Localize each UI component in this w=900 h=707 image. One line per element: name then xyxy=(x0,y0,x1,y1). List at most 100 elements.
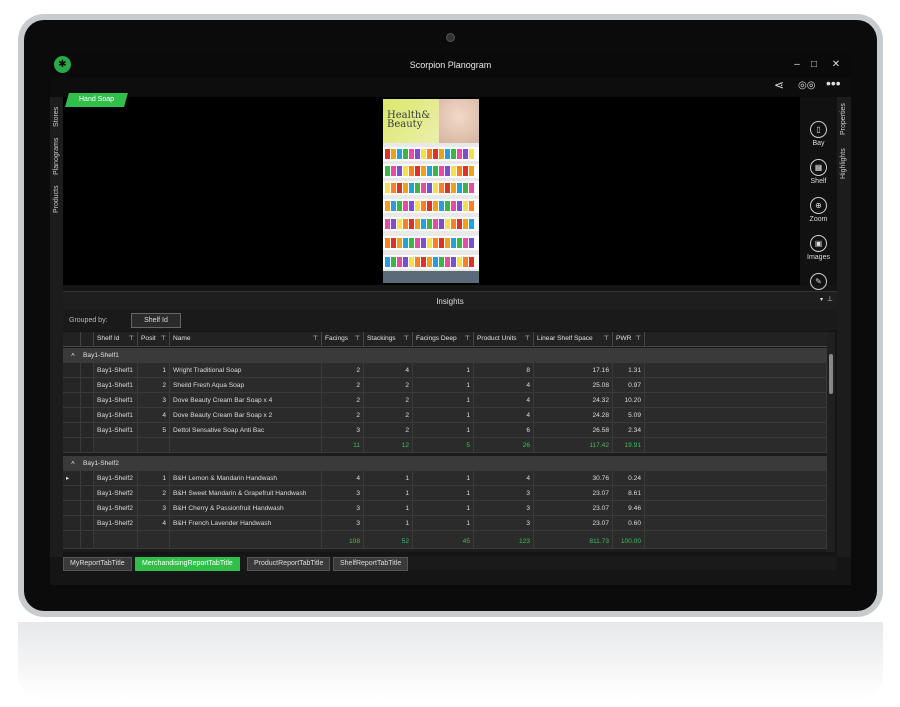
cell-facings-deep[interactable]: 1 xyxy=(413,423,474,438)
column-header[interactable]: Name ⊤ xyxy=(170,332,322,346)
gondola-shelf[interactable] xyxy=(383,236,479,250)
share-icon[interactable]: ⋖ xyxy=(774,78,784,92)
product-facing[interactable] xyxy=(445,183,450,193)
gondola-shelf[interactable] xyxy=(383,164,479,178)
cell-pwr[interactable]: 2.34 xyxy=(613,423,645,438)
product-facing[interactable] xyxy=(451,238,456,248)
product-facing[interactable] xyxy=(433,166,438,176)
gondola-shelf[interactable] xyxy=(383,199,479,213)
zoom-tool[interactable]: ⊕ Zoom xyxy=(800,197,837,223)
cell-posit[interactable]: 4 xyxy=(138,516,170,531)
product-facing[interactable] xyxy=(457,149,462,159)
product-facing[interactable] xyxy=(409,166,414,176)
product-facing[interactable] xyxy=(469,219,474,229)
product-facing[interactable] xyxy=(457,257,462,267)
product-facing[interactable] xyxy=(469,166,474,176)
product-facing[interactable] xyxy=(457,219,462,229)
filter-icon[interactable]: ⊤ xyxy=(355,332,360,346)
cell-product-units[interactable]: 4 xyxy=(474,471,534,486)
product-facing[interactable] xyxy=(469,201,474,211)
bay-tool[interactable]: ▯ Bay xyxy=(800,121,837,147)
product-facing[interactable] xyxy=(433,219,438,229)
cell-facings-deep[interactable]: 1 xyxy=(413,486,474,501)
cell-posit[interactable]: 4 xyxy=(138,408,170,423)
filter-icon[interactable]: ⊤ xyxy=(525,332,530,346)
product-facing[interactable] xyxy=(427,238,432,248)
product-facing[interactable] xyxy=(403,219,408,229)
cell-pwr[interactable]: 8.61 xyxy=(613,486,645,501)
product-facing[interactable] xyxy=(421,166,426,176)
cell-name[interactable]: Wright Traditional Soap xyxy=(170,363,322,378)
column-header[interactable]: Linear Shelf Space ⊤ xyxy=(534,332,613,346)
cell-pwr[interactable]: 5.09 xyxy=(613,408,645,423)
product-facing[interactable] xyxy=(433,149,438,159)
cell-product-units[interactable]: 3 xyxy=(474,501,534,516)
table-row[interactable]: Bay1-Shelf2 3 B&H Cherry & Passionfruit Ha… xyxy=(63,501,827,516)
product-facing[interactable] xyxy=(397,219,402,229)
maximize-button[interactable]: □ xyxy=(806,58,822,72)
row-selector[interactable] xyxy=(63,363,81,378)
cell-posit[interactable]: 3 xyxy=(138,501,170,516)
table-row[interactable]: Bay1-Shelf2 2 B&H Sweet Mandarin & Grapefr… xyxy=(63,486,827,501)
cell-stackings[interactable]: 52 xyxy=(364,534,413,549)
cell-pwr[interactable]: 9.46 xyxy=(613,501,645,516)
table-row[interactable]: Bay1-Shelf2 4 B&H French Lavender Handwash… xyxy=(63,516,827,531)
cell-product-units[interactable]: 8 xyxy=(474,363,534,378)
cell-linear-shelf-space[interactable]: 25.08 xyxy=(534,378,613,393)
product-facing[interactable] xyxy=(391,201,396,211)
cell-stackings[interactable]: 1 xyxy=(364,501,413,516)
cell-posit[interactable]: 2 xyxy=(138,486,170,501)
cell-product-units[interactable]: 26 xyxy=(474,438,534,453)
gondola-shelf[interactable] xyxy=(383,217,479,231)
cell-linear-shelf-space[interactable]: 30.76 xyxy=(534,471,613,486)
product-facing[interactable] xyxy=(433,183,438,193)
gondola-shelf[interactable] xyxy=(383,147,479,161)
table-row[interactable]: Bay1-Shelf1 2 Sheild Fresh Aqua Soap 2 2 1 4 25… xyxy=(63,378,827,393)
product-facing[interactable] xyxy=(469,257,474,267)
product-facing[interactable] xyxy=(421,183,426,193)
product-facing[interactable] xyxy=(433,257,438,267)
column-header[interactable]: Facings ⊤ xyxy=(322,332,364,346)
cell-shelf-id[interactable]: Bay1-Shelf1 xyxy=(94,408,138,423)
row-selector[interactable] xyxy=(81,408,94,423)
cell-linear-shelf-space[interactable]: 23.07 xyxy=(534,516,613,531)
cell-product-units[interactable]: 4 xyxy=(474,393,534,408)
cell-linear-shelf-space[interactable]: 24.32 xyxy=(534,393,613,408)
product-facing[interactable] xyxy=(415,201,420,211)
scrollbar-thumb[interactable] xyxy=(829,354,833,394)
minimize-button[interactable]: – xyxy=(789,58,805,72)
row-selector[interactable] xyxy=(63,438,81,453)
cell-product-units[interactable]: 4 xyxy=(474,408,534,423)
cell-product-units[interactable]: 4 xyxy=(474,378,534,393)
cell-shelf-id[interactable]: Bay1-Shelf1 xyxy=(94,363,138,378)
cell-linear-shelf-space[interactable]: 24.28 xyxy=(534,408,613,423)
product-facing[interactable] xyxy=(397,183,402,193)
column-header[interactable]: Stackings ⊤ xyxy=(364,332,413,346)
product-facing[interactable] xyxy=(409,257,414,267)
cell-pwr[interactable]: 0.60 xyxy=(613,516,645,531)
cell-facings[interactable]: 2 xyxy=(322,408,364,423)
filter-icon[interactable]: ⊤ xyxy=(404,332,409,346)
cell-linear-shelf-space[interactable]: 23.07 xyxy=(534,501,613,516)
cell-stackings[interactable]: 4 xyxy=(364,363,413,378)
product-facing[interactable] xyxy=(451,149,456,159)
product-facing[interactable] xyxy=(385,238,390,248)
group-summary-row[interactable]: 11 12 5 26 117.42 19.91 xyxy=(63,438,827,453)
cell-posit[interactable]: 3 xyxy=(138,393,170,408)
cell-stackings[interactable]: 2 xyxy=(364,408,413,423)
column-header[interactable]: Posit ⊤ xyxy=(138,332,170,346)
cell-name[interactable]: Dettol Sensative Soap Anti Bac xyxy=(170,423,322,438)
cell-facings-deep[interactable]: 1 xyxy=(413,378,474,393)
cell-facings-deep[interactable]: 1 xyxy=(413,501,474,516)
row-selector[interactable] xyxy=(81,438,94,453)
product-facing[interactable] xyxy=(427,166,432,176)
row-selector[interactable] xyxy=(81,486,94,501)
product-facing[interactable] xyxy=(457,166,462,176)
cell-product-units[interactable]: 3 xyxy=(474,516,534,531)
column-header[interactable]: Facings Deep ⊤ xyxy=(413,332,474,346)
cell-name[interactable]: B&H Cherry & Passionfruit Handwash xyxy=(170,501,322,516)
product-facing[interactable] xyxy=(463,183,468,193)
product-facing[interactable] xyxy=(457,183,462,193)
row-selector[interactable] xyxy=(63,378,81,393)
cell-stackings[interactable]: 2 xyxy=(364,378,413,393)
